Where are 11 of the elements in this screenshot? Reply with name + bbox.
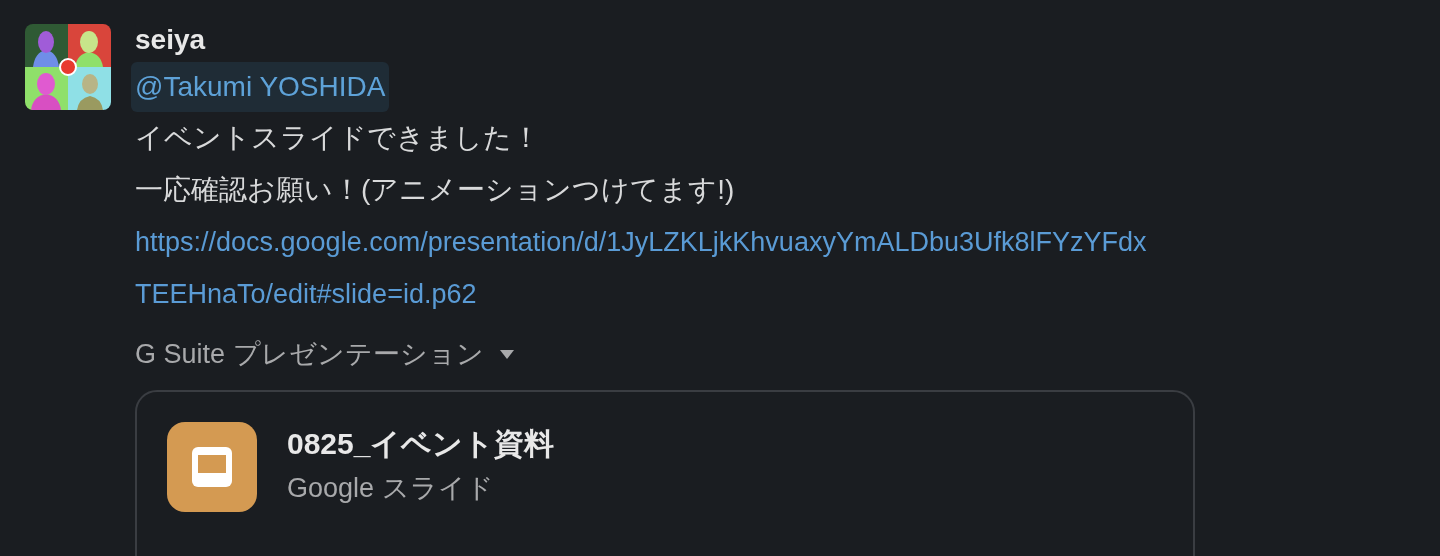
link[interactable]: https://docs.google.com/presentation/d/1JyLZKLjkKhvuaxyYmALDbu3Ufk8lFYzYFdx TEEHnaTo/edit#slide=id.p62 — [135, 216, 1147, 320]
message-text: 一応確認お願い！(アニメーションつけてます!) — [135, 173, 735, 207]
user-mention[interactable]: @Takumi YOSHIDA — [131, 62, 390, 112]
attachment-source: G Suite プレゼンテーション — [135, 338, 484, 371]
slides-icon — [167, 422, 257, 512]
message-text: イベントスライドできました！ — [135, 121, 540, 155]
file-type: Google スライド — [287, 472, 495, 505]
author-name[interactable]: seiya — [135, 22, 206, 58]
attachment-card[interactable]: 0825_イベント資料 Google スライド — [135, 390, 1195, 556]
caret-icon[interactable] — [499, 349, 514, 359]
file-title: 0825_イベント資料 — [287, 426, 555, 462]
